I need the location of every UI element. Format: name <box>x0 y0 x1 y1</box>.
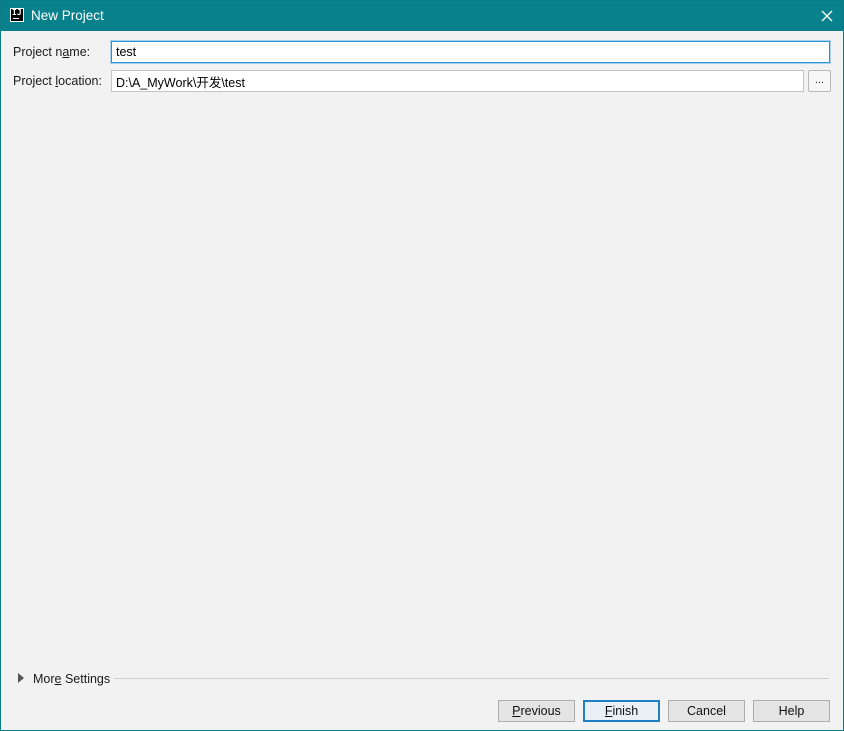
finish-button[interactable]: Finish <box>583 700 660 722</box>
close-button[interactable] <box>813 1 843 31</box>
triangle-right-icon <box>18 673 24 683</box>
previous-button[interactable]: Previous <box>498 700 575 722</box>
browse-location-button[interactable]: ... <box>808 70 831 92</box>
app-icon-text: IJ <box>12 8 22 17</box>
help-button[interactable]: Help <box>753 700 830 722</box>
title-bar: IJ New Project <box>1 1 843 31</box>
project-name-label: Project name: <box>13 45 91 59</box>
project-location-input[interactable] <box>111 70 804 92</box>
cancel-button[interactable]: Cancel <box>668 700 745 722</box>
project-name-input[interactable] <box>111 41 830 63</box>
project-location-label: Project location: <box>13 74 102 88</box>
intellij-idea-icon: IJ <box>10 8 24 22</box>
more-settings-separator <box>114 678 829 679</box>
close-icon <box>821 10 833 22</box>
more-settings-label: More Settings <box>33 672 111 686</box>
new-project-dialog: IJ New Project Project name: Project loc… <box>0 0 844 731</box>
window-title: New Project <box>31 8 104 23</box>
